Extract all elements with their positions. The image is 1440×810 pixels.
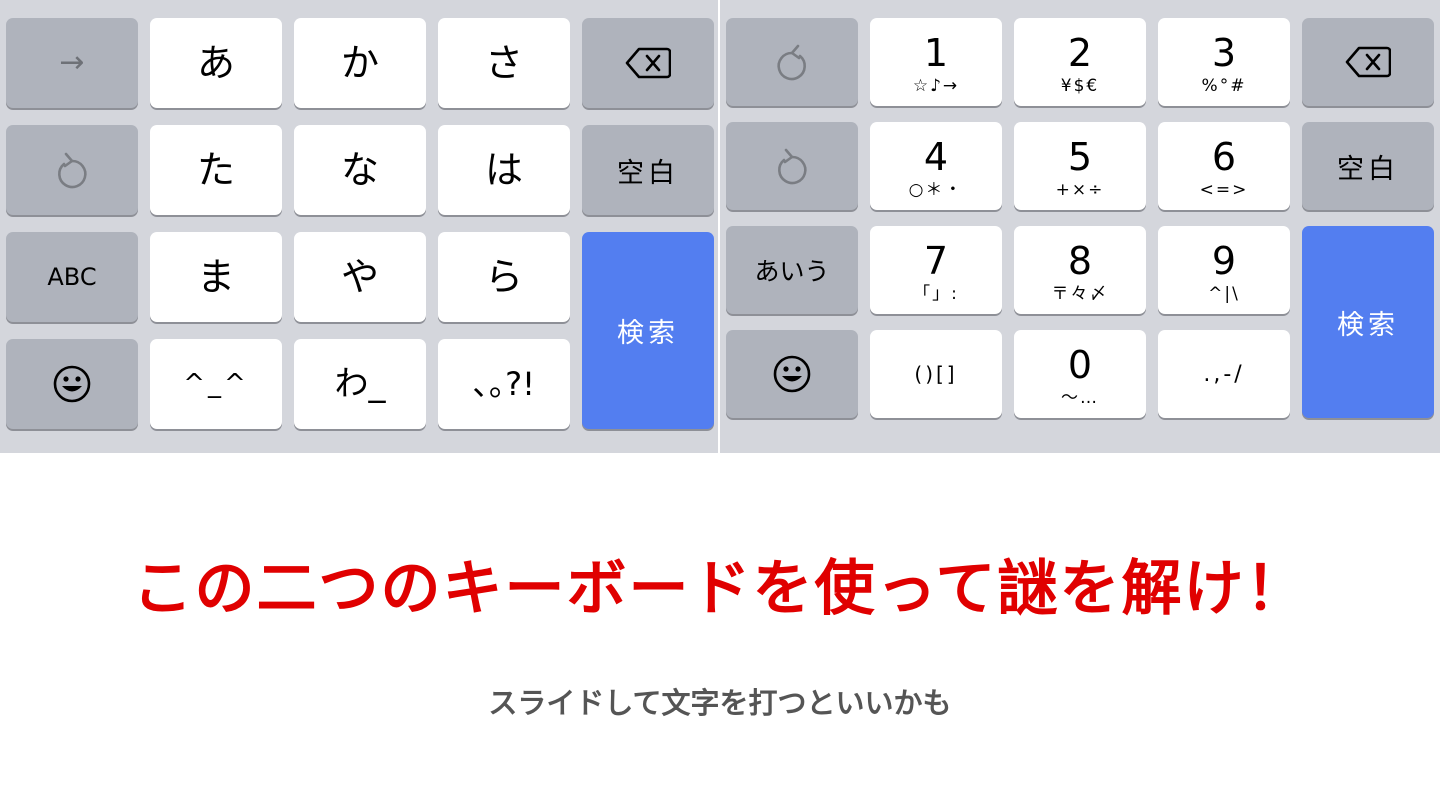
key-3[interactable]: 3 %°# [1158, 18, 1290, 106]
backspace-key[interactable] [582, 18, 714, 108]
emoji-key[interactable] [6, 339, 138, 429]
key-label: か [340, 41, 379, 85]
backspace-icon [625, 47, 671, 79]
key-1[interactable]: 1 ☆♪→ [870, 18, 1002, 106]
key-sub-symbols: ○＊・ [908, 179, 964, 200]
key-ma[interactable]: ま [150, 232, 282, 322]
key-na[interactable]: な [294, 125, 426, 215]
key-digit: 4 [923, 134, 949, 179]
key-8[interactable]: 8 〒々〆 [1014, 226, 1146, 314]
key-5[interactable]: 5 +×÷ [1014, 122, 1146, 210]
key-digit: 6 [1211, 134, 1237, 179]
key-ra[interactable]: ら [438, 232, 570, 322]
key-sub-symbols: ¥$€ [1060, 75, 1100, 96]
key-0[interactable]: 0 〜… [1014, 330, 1146, 418]
key-punctuation[interactable]: .,-/ [1158, 330, 1290, 418]
backspace-key[interactable] [1302, 18, 1434, 106]
key-label: 空白 [1337, 153, 1399, 185]
key-label: ^_^ [183, 369, 249, 399]
abc-mode-key[interactable]: ABC [6, 232, 138, 322]
key-ta[interactable]: た [150, 125, 282, 215]
backspace-icon [1345, 46, 1391, 78]
key-label: ABC [47, 263, 97, 291]
key-sub-symbols: 〒々〆 [1051, 283, 1109, 304]
key-label: 検索 [617, 318, 679, 349]
key-4[interactable]: 4 ○＊・ [870, 122, 1002, 210]
key-digit: 1 [923, 30, 949, 75]
key-a[interactable]: あ [150, 18, 282, 108]
key-sub-symbols: <=> [1199, 179, 1249, 200]
key-label: 検索 [1337, 309, 1399, 341]
key-ka[interactable]: か [294, 18, 426, 108]
kana-keyboard: → あ か さ た な は 空白 ABC ま や ら 検索 ^_^ わ_ ､｡?… [0, 0, 718, 453]
puzzle-hint: スライドして文字を打つといいかも [488, 686, 952, 720]
key-sub-symbols: +×÷ [1055, 179, 1105, 200]
key-2[interactable]: 2 ¥$€ [1014, 18, 1146, 106]
search-key[interactable]: 検索 [582, 232, 714, 429]
number-keyboard: 1 ☆♪→ 2 ¥$€ 3 %°# 4 ○＊・ 5 +×÷ 6 <=> 空白 あ… [720, 0, 1440, 453]
arrow-right-icon: → [59, 45, 85, 80]
next-arrow-key[interactable]: → [6, 18, 138, 108]
key-brackets[interactable]: ()[] [870, 330, 1002, 418]
key-label: .,-/ [1203, 361, 1245, 387]
key-label: ら [484, 255, 523, 299]
key-sub-symbols: ^|\ [1208, 283, 1240, 304]
smiley-icon [52, 364, 92, 404]
puzzle-headline: この二つのキーボードを使って謎を解け！ [132, 554, 1308, 624]
key-9[interactable]: 9 ^|\ [1158, 226, 1290, 314]
key-6[interactable]: 6 <=> [1158, 122, 1290, 210]
undo-icon [54, 150, 90, 190]
space-key[interactable]: 空白 [1302, 122, 1434, 210]
search-key[interactable]: 検索 [1302, 226, 1434, 418]
key-label: ま [196, 255, 235, 299]
kana-mode-key[interactable]: あいう [726, 226, 858, 314]
key-label: あ [196, 41, 235, 85]
key-ha[interactable]: は [438, 125, 570, 215]
key-label: わ_ [334, 364, 386, 404]
key-digit: 5 [1067, 134, 1093, 179]
space-key[interactable]: 空白 [582, 125, 714, 215]
key-label: た [196, 148, 235, 192]
redo-key[interactable] [726, 18, 858, 106]
key-digit: 8 [1067, 238, 1093, 283]
key-digit: 3 [1211, 30, 1237, 75]
key-digit: 2 [1067, 30, 1093, 75]
key-label: や [340, 255, 379, 299]
smiley-icon [772, 354, 812, 394]
emoji-key[interactable] [726, 330, 858, 418]
key-ya[interactable]: や [294, 232, 426, 322]
key-label: は [484, 148, 523, 192]
undo-key[interactable] [726, 122, 858, 210]
key-label: さ [484, 41, 523, 85]
undo-key[interactable] [6, 125, 138, 215]
key-sub-symbols: 〜… [1061, 387, 1099, 408]
key-label: 空白 [617, 157, 679, 189]
key-label: あいう [754, 257, 830, 286]
key-sub-symbols: ☆♪→ [912, 75, 960, 96]
key-wa[interactable]: わ_ [294, 339, 426, 429]
key-7[interactable]: 7 「」: [870, 226, 1002, 314]
key-label: ､｡?! [473, 365, 535, 403]
key-label: ()[] [914, 362, 958, 386]
key-digit: 7 [923, 238, 949, 283]
key-digit: 0 [1067, 342, 1093, 387]
undo-icon [774, 146, 810, 186]
key-sub-symbols: %°# [1201, 75, 1247, 96]
key-kaomoji[interactable]: ^_^ [150, 339, 282, 429]
redo-icon [774, 42, 810, 82]
key-sa[interactable]: さ [438, 18, 570, 108]
key-label: な [340, 148, 379, 192]
key-digit: 9 [1211, 238, 1237, 283]
key-punctuation[interactable]: ､｡?! [438, 339, 570, 429]
key-sub-symbols: 「」: [913, 283, 959, 304]
